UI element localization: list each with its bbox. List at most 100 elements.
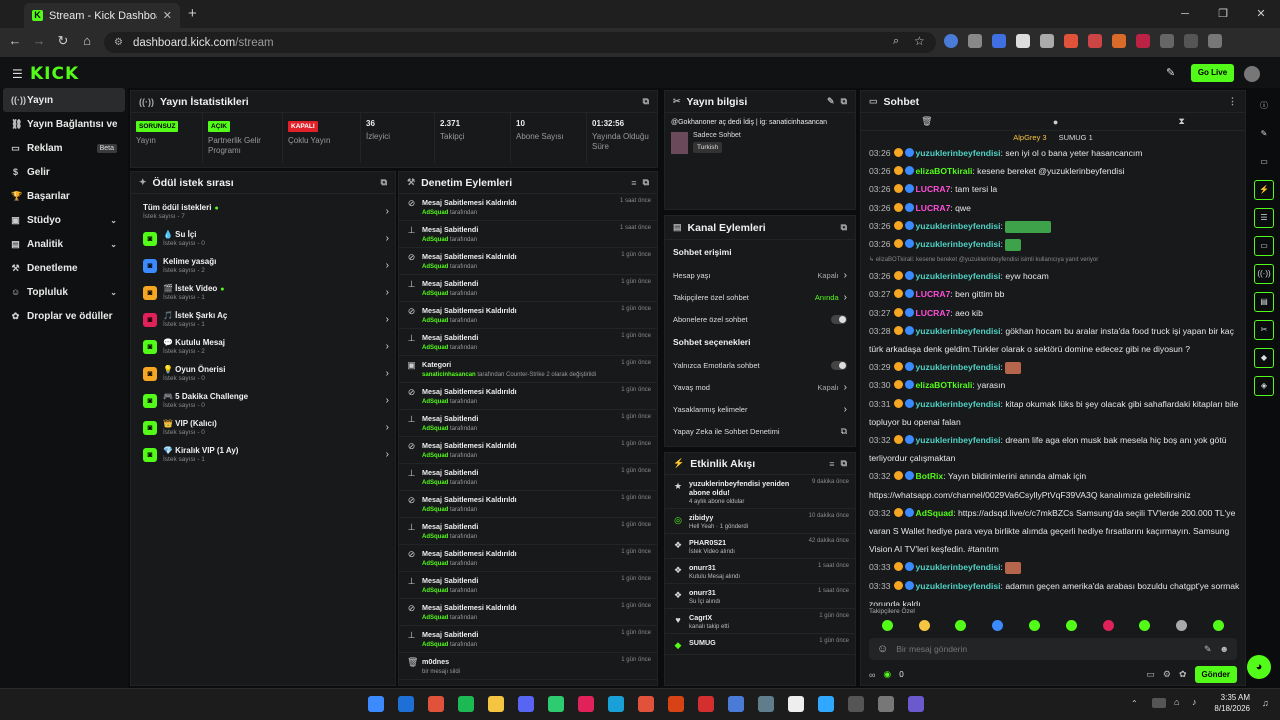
chevron-right-icon[interactable]: › bbox=[386, 422, 389, 433]
reload-icon[interactable]: ↻ bbox=[53, 33, 73, 49]
chevron-down-icon[interactable]: ⌄ bbox=[110, 288, 117, 297]
taskbar-app-icon[interactable] bbox=[488, 696, 504, 712]
tray-chevron-icon[interactable]: ⌃ bbox=[1131, 699, 1138, 708]
extension-icon[interactable] bbox=[1016, 34, 1030, 48]
extension-icon[interactable] bbox=[1088, 34, 1102, 48]
emote-icon[interactable] bbox=[992, 620, 1004, 631]
audit-user[interactable]: AdSquad bbox=[422, 426, 448, 432]
chat-username[interactable]: yuzuklerinbeyfendisi bbox=[916, 148, 1001, 158]
hourglass-icon[interactable]: ⧗ bbox=[1179, 116, 1185, 127]
volume-icon[interactable]: ♪ bbox=[1192, 697, 1197, 707]
notification-bell-icon[interactable]: ♫ bbox=[1262, 698, 1269, 708]
browser-tab[interactable]: K Stream - Kick Dashboard ✕ bbox=[24, 3, 180, 28]
emote-icon[interactable] bbox=[1102, 620, 1114, 631]
zoom-icon[interactable]: ⌕ bbox=[893, 35, 899, 48]
sidebar-item[interactable]: ⛓ Yayın Bağlantısı ve Anahtarı bbox=[3, 112, 125, 136]
taskbar-app-icon[interactable] bbox=[578, 696, 594, 712]
taskbar-app-icon[interactable] bbox=[398, 696, 414, 712]
chat-username[interactable]: elizaBOTkirali bbox=[916, 380, 973, 390]
leaderboard-entry[interactable]: SUMUG 1 bbox=[1059, 133, 1093, 142]
chat-username[interactable]: BotRix bbox=[916, 471, 944, 481]
channel-setting-row[interactable]: Yasaklanmış kelimeler › bbox=[665, 398, 855, 420]
gift-icon[interactable]: ✿ bbox=[1179, 669, 1187, 680]
send-button[interactable]: Gönder bbox=[1194, 666, 1237, 683]
chat-username[interactable]: LUCRA7 bbox=[916, 289, 951, 299]
trash-icon[interactable]: 🗑 bbox=[921, 116, 932, 127]
taskbar-app-icon[interactable] bbox=[428, 696, 444, 712]
rail-button-icon[interactable]: ☰ bbox=[1254, 208, 1274, 228]
rail-button-icon[interactable]: ◈ bbox=[1254, 376, 1274, 396]
extension-icon[interactable] bbox=[1136, 34, 1150, 48]
settings-icon[interactable]: ⚙ bbox=[1163, 669, 1171, 680]
reward-row[interactable]: ◙ 💎 Kiralık VIP (1 Ay) İstek sayısı - 1 › bbox=[131, 441, 395, 468]
reward-row[interactable]: ◙ 🎮 5 Dakika Challenge İstek sayısı - 0 › bbox=[131, 387, 395, 414]
menu-icon[interactable]: ☰ bbox=[12, 67, 23, 81]
taskbar-app-icon[interactable] bbox=[368, 696, 384, 712]
chevron-right-icon[interactable]: › bbox=[386, 449, 389, 460]
profile-icon[interactable] bbox=[1184, 34, 1198, 48]
reward-row[interactable]: ◙ 💬 Kutulu Mesaj İstek sayısı - 2 › bbox=[131, 333, 395, 360]
smiley-icon[interactable]: ☺ bbox=[877, 643, 888, 655]
chevron-down-icon[interactable]: ⌄ bbox=[110, 240, 117, 249]
taskbar-app-icon[interactable] bbox=[638, 696, 654, 712]
sidebar-item[interactable]: ((·)) Yayın bbox=[3, 88, 125, 112]
chat-bubble-icon[interactable]: ● bbox=[1053, 117, 1058, 127]
chrome-menu-icon[interactable] bbox=[1208, 34, 1222, 48]
bookmark-star-icon[interactable]: ☆ bbox=[914, 34, 925, 48]
forward-icon[interactable]: → bbox=[29, 33, 49, 48]
reward-row[interactable]: ◙ 💧 Su İçi İstek sayısı - 0 › bbox=[131, 225, 395, 252]
chat-username[interactable]: LUCRA7 bbox=[916, 184, 951, 194]
chat-username[interactable]: LUCRA7 bbox=[916, 203, 951, 213]
audit-user[interactable]: AdSquad bbox=[422, 453, 448, 459]
audit-user[interactable]: AdSquad bbox=[422, 534, 448, 540]
audit-user[interactable]: AdSquad bbox=[422, 237, 448, 243]
audit-user[interactable]: AdSquad bbox=[422, 345, 448, 351]
emote-icon[interactable] bbox=[1065, 620, 1077, 631]
infinity-icon[interactable]: ∞ bbox=[869, 670, 875, 680]
extension-icon[interactable] bbox=[1040, 34, 1054, 48]
audit-user[interactable]: AdSquad bbox=[422, 642, 448, 648]
maximize-icon[interactable]: ❐ bbox=[1204, 0, 1242, 28]
extensions-puzzle-icon[interactable] bbox=[1160, 34, 1174, 48]
emote-icon[interactable] bbox=[918, 620, 930, 631]
channel-setting-row[interactable]: Takipçilere özel sohbet Anında › bbox=[665, 286, 855, 308]
audit-user[interactable]: AdSquad bbox=[422, 318, 448, 324]
taskbar-app-icon[interactable] bbox=[758, 696, 774, 712]
rail-button-icon[interactable]: ⓘ bbox=[1254, 96, 1274, 116]
url-field[interactable]: ⚙ dashboard.kick.com/stream bbox=[104, 32, 936, 53]
filter-icon[interactable]: ≡ bbox=[829, 459, 834, 469]
extension-icon[interactable] bbox=[944, 34, 958, 48]
audit-user[interactable]: AdSquad bbox=[422, 480, 448, 486]
taskbar-app-icon[interactable] bbox=[608, 696, 624, 712]
reward-row[interactable]: ◙ 💡 Oyun Önerisi İstek sayısı - 0 › bbox=[131, 360, 395, 387]
chat-username[interactable]: yuzuklerinbeyfendisi bbox=[916, 435, 1001, 445]
chat-username[interactable]: yuzuklerinbeyfendisi bbox=[916, 271, 1001, 281]
chat-username[interactable]: yuzuklerinbeyfendisi bbox=[916, 221, 1001, 231]
audit-user[interactable]: AdSquad bbox=[422, 615, 448, 621]
extension-icon[interactable] bbox=[992, 34, 1006, 48]
chevron-right-icon[interactable]: › bbox=[386, 233, 389, 244]
taskbar-app-icon[interactable] bbox=[788, 696, 804, 712]
popout-icon[interactable]: ⧉ bbox=[841, 458, 847, 469]
chevron-right-icon[interactable]: › bbox=[844, 270, 847, 281]
clock[interactable]: 3:35 AM 8/18/2026 bbox=[1208, 692, 1250, 714]
tray-app-icon[interactable] bbox=[1152, 698, 1166, 708]
new-tab-icon[interactable]: + bbox=[188, 5, 197, 22]
emoji-icon[interactable]: ☻ bbox=[1220, 644, 1229, 654]
sidebar-item[interactable]: 🏆 Başarılar bbox=[3, 184, 125, 208]
chevron-down-icon[interactable]: ⌄ bbox=[110, 216, 117, 225]
chevron-right-icon[interactable]: › bbox=[386, 368, 389, 379]
leaderboard-entry[interactable]: AlpGrey 3 bbox=[1013, 133, 1046, 142]
floating-chat-button[interactable]: ◕ bbox=[1247, 655, 1271, 679]
emote-icon[interactable] bbox=[1139, 620, 1151, 631]
sidebar-item[interactable]: ▤ Analitik ⌄ bbox=[3, 232, 125, 256]
chat-username[interactable]: AdSquad bbox=[916, 508, 954, 518]
chat-username[interactable]: yuzuklerinbeyfendisi bbox=[916, 362, 1001, 372]
channel-setting-row[interactable]: Hesap yaşı Kapalı › bbox=[665, 264, 855, 286]
reward-row[interactable]: ◙ 🎵 İstek Şarkı Aç İstek sayısı - 1 › bbox=[131, 306, 395, 333]
chevron-right-icon[interactable]: › bbox=[386, 341, 389, 352]
close-tab-icon[interactable]: ✕ bbox=[163, 9, 172, 22]
popout-icon[interactable]: ⧉ bbox=[381, 177, 387, 188]
chevron-right-icon[interactable]: › bbox=[386, 287, 389, 298]
chevron-right-icon[interactable]: › bbox=[386, 395, 389, 406]
